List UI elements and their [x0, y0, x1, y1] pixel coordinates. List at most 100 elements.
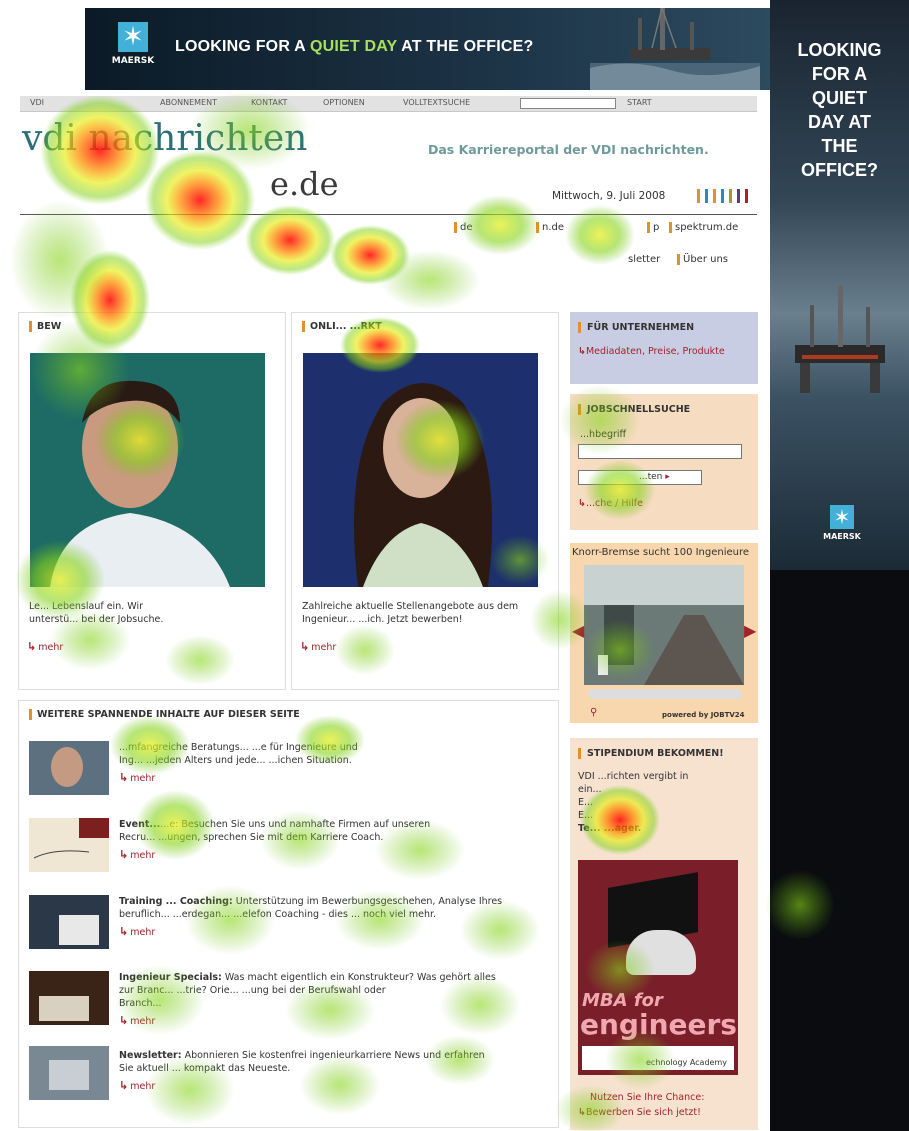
item-text-line: Recru... ...ungen, sprechen Sie mit dem … [119, 832, 384, 843]
mehr-label: mehr [38, 642, 64, 653]
mehr-link[interactable]: ↳ mehr [119, 848, 155, 861]
ad-line: FOR A [811, 64, 868, 84]
arrow-icon: ↳ [578, 1107, 586, 1118]
search-button[interactable]: ...ten ▸ [578, 470, 702, 485]
subnav-link[interactable]: n.de [536, 222, 564, 233]
mehr-label: mehr [130, 850, 156, 861]
field-label: ...hbegriff [580, 429, 627, 440]
header-divider [20, 214, 757, 215]
specials-thumbnail[interactable] [29, 971, 109, 1025]
subnav-link-spektrum[interactable]: spektrum.de [669, 222, 738, 233]
mehr-link[interactable]: ↳ mehr [119, 1014, 155, 1027]
item-text-line: ...e: Besuchen Sie uns und namhafte Firm… [160, 819, 431, 830]
text-line: Le... Lebenslauf ein. Wir [29, 601, 143, 612]
nav-item-kontakt[interactable]: KONTAKT [251, 98, 287, 107]
color-bar [705, 189, 708, 203]
subnav-link-ueber-uns[interactable]: Über uns [677, 254, 728, 265]
text-line: E... [578, 810, 594, 821]
woman-portrait-image[interactable] [303, 353, 538, 587]
nav-item-vdi[interactable]: VDI [30, 98, 44, 107]
item-text: Newsletter: Abonnieren Sie kostenfrei in… [119, 1049, 549, 1075]
newsletter-thumbnail[interactable] [29, 1046, 109, 1100]
video-frame[interactable] [584, 565, 744, 685]
text-line: unterstü... bei der Jobsuche. [29, 614, 164, 625]
subnav-link-newsletter[interactable]: sletter [628, 254, 660, 265]
text-line: Zahlreiche aktuelle Stellenangebote aus … [302, 601, 519, 612]
nav-item-optionen[interactable]: OPTIONEN [323, 98, 365, 107]
arrow-icon: ↳ [578, 346, 586, 357]
bewerben-link[interactable]: ↳Bewerben Sie sich jetzt! [578, 1107, 701, 1118]
chevron-right-icon: ▸ [665, 472, 670, 482]
headline-part: AT THE OFFICE? [397, 38, 534, 55]
subnav-link[interactable]: de [454, 222, 473, 233]
start-button[interactable]: START [627, 98, 652, 107]
suchbegriff-input[interactable] [578, 444, 742, 459]
mehr-link[interactable]: ↳ mehr [27, 640, 63, 653]
item-text: ...mfangreiche Beratungs... ...e für Ing… [119, 741, 549, 767]
mba-ad-image[interactable]: MBA for engineers echnology Academy [578, 860, 738, 1075]
color-bars-decoration [697, 189, 757, 203]
item-bold: Newsletter: [119, 1050, 182, 1061]
zoom-icon[interactable]: ⚲ [590, 707, 597, 718]
text-line: Ingenieur... ...ich. Jetzt bewerben! [302, 614, 463, 625]
event-thumbnail[interactable] [29, 818, 109, 872]
tagline: Das Karriereportal der VDI nachrichten. [428, 142, 709, 157]
headline-part: LOOKING FOR A [175, 38, 310, 55]
nav-item-abonnement[interactable]: ABONNEMENT [160, 98, 217, 107]
academy-text: echnology Academy [646, 1058, 727, 1067]
previous-arrow-icon[interactable]: ◀ [572, 621, 584, 640]
ad-line: LOOKING [797, 40, 882, 60]
box-title: FÜR UNTERNEHMEN [578, 322, 694, 333]
button-label: ...ten [639, 472, 663, 482]
side-skyscraper-ad[interactable]: LOOKING FOR A QUIET DAY AT THE OFFICE? ✶… [770, 0, 909, 1131]
link-label: Mediadaten, Preise, Produkte [585, 346, 725, 357]
box-fuer-unternehmen: FÜR UNTERNEHMEN ↳Mediadaten, Preise, Pro… [570, 312, 758, 384]
arrow-icon: ↳ [119, 925, 129, 938]
video-progress-bar[interactable] [588, 689, 742, 699]
color-bar [721, 189, 724, 203]
consultant-thumbnail[interactable] [29, 741, 109, 795]
mediadaten-link[interactable]: ↳Mediadaten, Preise, Produkte [578, 346, 725, 357]
erweiterte-suche-link[interactable]: ↳...che / Hilfe [578, 498, 643, 509]
item-text-line: Sie aktuell ... kompakt das Neueste. [119, 1063, 291, 1074]
mehr-label: mehr [130, 1016, 156, 1027]
mehr-link[interactable]: ↳ mehr [119, 1079, 155, 1092]
mehr-label: mehr [130, 927, 156, 938]
item-text-line: zur Branc... ...trie? Orie... ...ung bei… [119, 985, 386, 996]
ad-line: QUIET [811, 88, 867, 108]
item-bold: Event... [119, 819, 161, 830]
arrow-icon: ↳ [119, 1079, 129, 1092]
man-portrait-image[interactable] [30, 353, 265, 587]
star-icon: ✶ [118, 22, 148, 52]
sub-nav: de n.de p spektrum.de [20, 222, 757, 236]
box-jobschnellsuche: JOBSCHNELLSUCHE ...hbegriff ...ten ▸ ↳..… [570, 394, 758, 530]
top-banner-ad[interactable]: ✶ MAERSK LOOKING FOR A QUIET DAY AT THE … [85, 8, 770, 90]
mehr-label: mehr [130, 1081, 156, 1092]
site-logo[interactable]: vdi nachrichten [22, 118, 307, 159]
academy-label: echnology Academy [582, 1046, 734, 1070]
color-bar [745, 189, 748, 203]
side-ad-text: LOOKING FOR A QUIET DAY AT THE OFFICE? [778, 38, 901, 182]
mehr-link[interactable]: ↳ mehr [119, 925, 155, 938]
mehr-link[interactable]: ↳ mehr [300, 640, 336, 653]
star-icon: ✶ [830, 505, 854, 529]
text-line: ein... [578, 784, 602, 795]
box-title: BEW [29, 321, 61, 332]
box-text: Le... Lebenslauf ein. Wir unterstü... be… [29, 600, 279, 626]
training-thumbnail[interactable] [29, 895, 109, 949]
item-text-line: beruflich... ...erdegan... ...elefon Coa… [119, 909, 437, 920]
mehr-link[interactable]: ↳ mehr [119, 771, 155, 784]
box-title: STIPENDIUM BEKOMMEN! [578, 748, 724, 759]
video-title: Knorr-Bremse sucht 100 Ingenieure [572, 547, 750, 558]
ad-line: DAY AT [807, 112, 872, 132]
date-line: Mittwoch, 9. Juli 2008 [552, 190, 666, 202]
box-online-markt: ONLI... ...RKT Zahlreiche aktuelle Stell… [291, 312, 559, 690]
subnav-link[interactable]: p [647, 222, 659, 233]
item-text-line: Branch... [119, 998, 162, 1009]
item-bold: Training ... Coaching: [119, 896, 233, 907]
next-arrow-icon[interactable]: ▶ [744, 621, 756, 640]
box-bewerben: BEW Le... Lebenslauf ein. Wir unterstü..… [18, 312, 286, 690]
item-text: Training ... Coaching: Unterstützung im … [119, 895, 549, 921]
logo-text: MAERSK [823, 532, 861, 541]
search-input[interactable] [520, 98, 616, 109]
